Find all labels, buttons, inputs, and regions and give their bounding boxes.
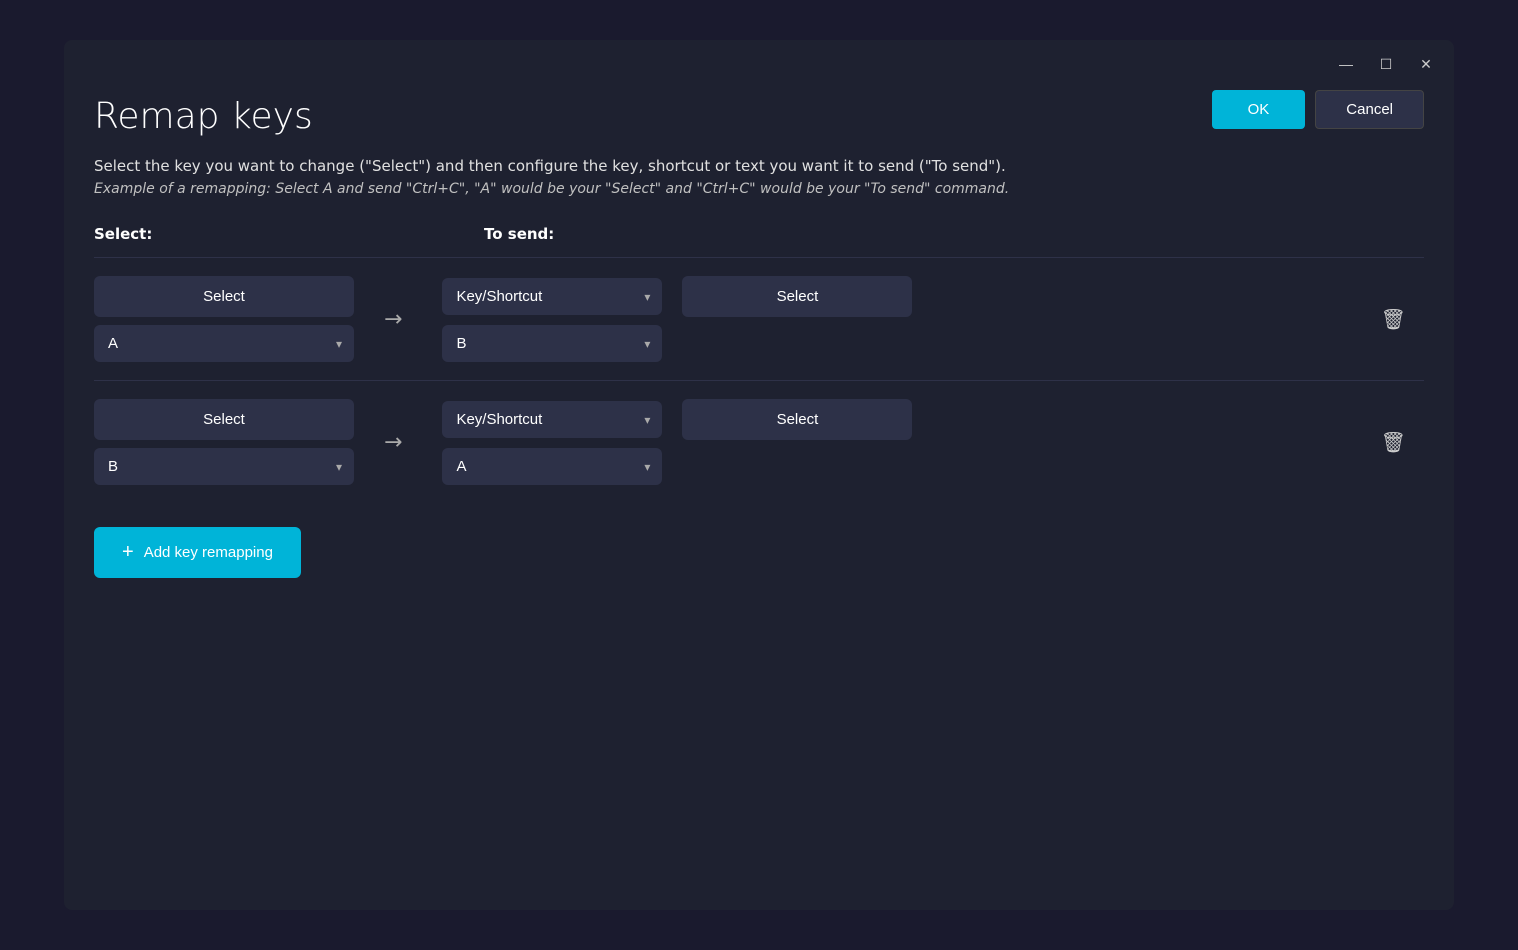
column-headers: Select: To send: — [94, 225, 1424, 243]
row2-key-dropdown[interactable]: A B C D — [94, 448, 354, 485]
row1-trash-icon: 🗑 — [1381, 309, 1406, 331]
select-column-header: Select: — [94, 225, 374, 243]
maximize-button[interactable]: ☐ — [1374, 52, 1398, 76]
row2-tosend-key-dropdown[interactable]: A B C D — [442, 448, 662, 485]
add-remap-label: Add key remapping — [144, 544, 273, 561]
remap-rows-container: Select A B C D ▾ → — [94, 257, 1424, 503]
title-bar: — ☐ ✕ — [64, 40, 1454, 76]
row2-trash-icon: 🗑 — [1381, 432, 1406, 454]
header-actions: OK Cancel — [1212, 90, 1424, 129]
description-example: Example of a remapping: Select A and sen… — [94, 181, 1424, 197]
row2-key-dropdown-wrapper: A B C D ▾ — [94, 448, 354, 485]
plus-icon: + — [122, 541, 134, 564]
row2-select-group: Select A B C D ▾ — [94, 399, 354, 485]
ok-button[interactable]: OK — [1212, 90, 1306, 129]
row2-tosend-select-button[interactable]: Select — [682, 399, 912, 440]
row2-tosend-key-dropdown-wrapper: A B C D ▾ — [442, 448, 662, 485]
row2-arrow-icon: → — [384, 430, 402, 455]
row1-key-dropdown[interactable]: A B C D — [94, 325, 354, 362]
row1-delete-button[interactable]: 🗑 — [1373, 299, 1414, 340]
remap-row: Select A B C D ▾ → — [94, 381, 1424, 503]
close-button[interactable]: ✕ — [1414, 52, 1438, 76]
main-content: OK Cancel Remap keys Select the key you … — [64, 76, 1454, 910]
row2-type-dropdown[interactable]: Key/Shortcut Text — [442, 401, 662, 438]
row2-select-button[interactable]: Select — [94, 399, 354, 440]
row1-type-dropdown[interactable]: Key/Shortcut Text — [442, 278, 662, 315]
minimize-button[interactable]: — — [1334, 52, 1358, 76]
row1-tosend-key-dropdown-wrapper: A B C D ▾ — [442, 325, 662, 362]
remap-row: Select A B C D ▾ → — [94, 258, 1424, 381]
row2-tosend-group: Key/Shortcut Text ▾ Select A B C D — [442, 399, 912, 485]
remap-keys-window: — ☐ ✕ OK Cancel Remap keys Select the ke… — [64, 40, 1454, 910]
row1-tosend-select-button[interactable]: Select — [682, 276, 912, 317]
row1-tosend-key-dropdown[interactable]: A B C D — [442, 325, 662, 362]
row1-arrow-icon: → — [384, 307, 402, 332]
add-remap-button[interactable]: + Add key remapping — [94, 527, 301, 578]
row1-key-dropdown-wrapper: A B C D ▾ — [94, 325, 354, 362]
cancel-button[interactable]: Cancel — [1315, 90, 1424, 129]
row1-tosend-group: Key/Shortcut Text ▾ Select A B C D — [442, 276, 912, 362]
description-main: Select the key you want to change ("Sele… — [94, 157, 1424, 175]
row1-select-group: Select A B C D ▾ — [94, 276, 354, 362]
tosend-column-header: To send: — [484, 225, 554, 243]
row1-type-dropdown-wrapper: Key/Shortcut Text ▾ — [442, 278, 662, 315]
row2-delete-button[interactable]: 🗑 — [1373, 422, 1414, 463]
row2-type-dropdown-wrapper: Key/Shortcut Text ▾ — [442, 401, 662, 438]
row1-select-button[interactable]: Select — [94, 276, 354, 317]
